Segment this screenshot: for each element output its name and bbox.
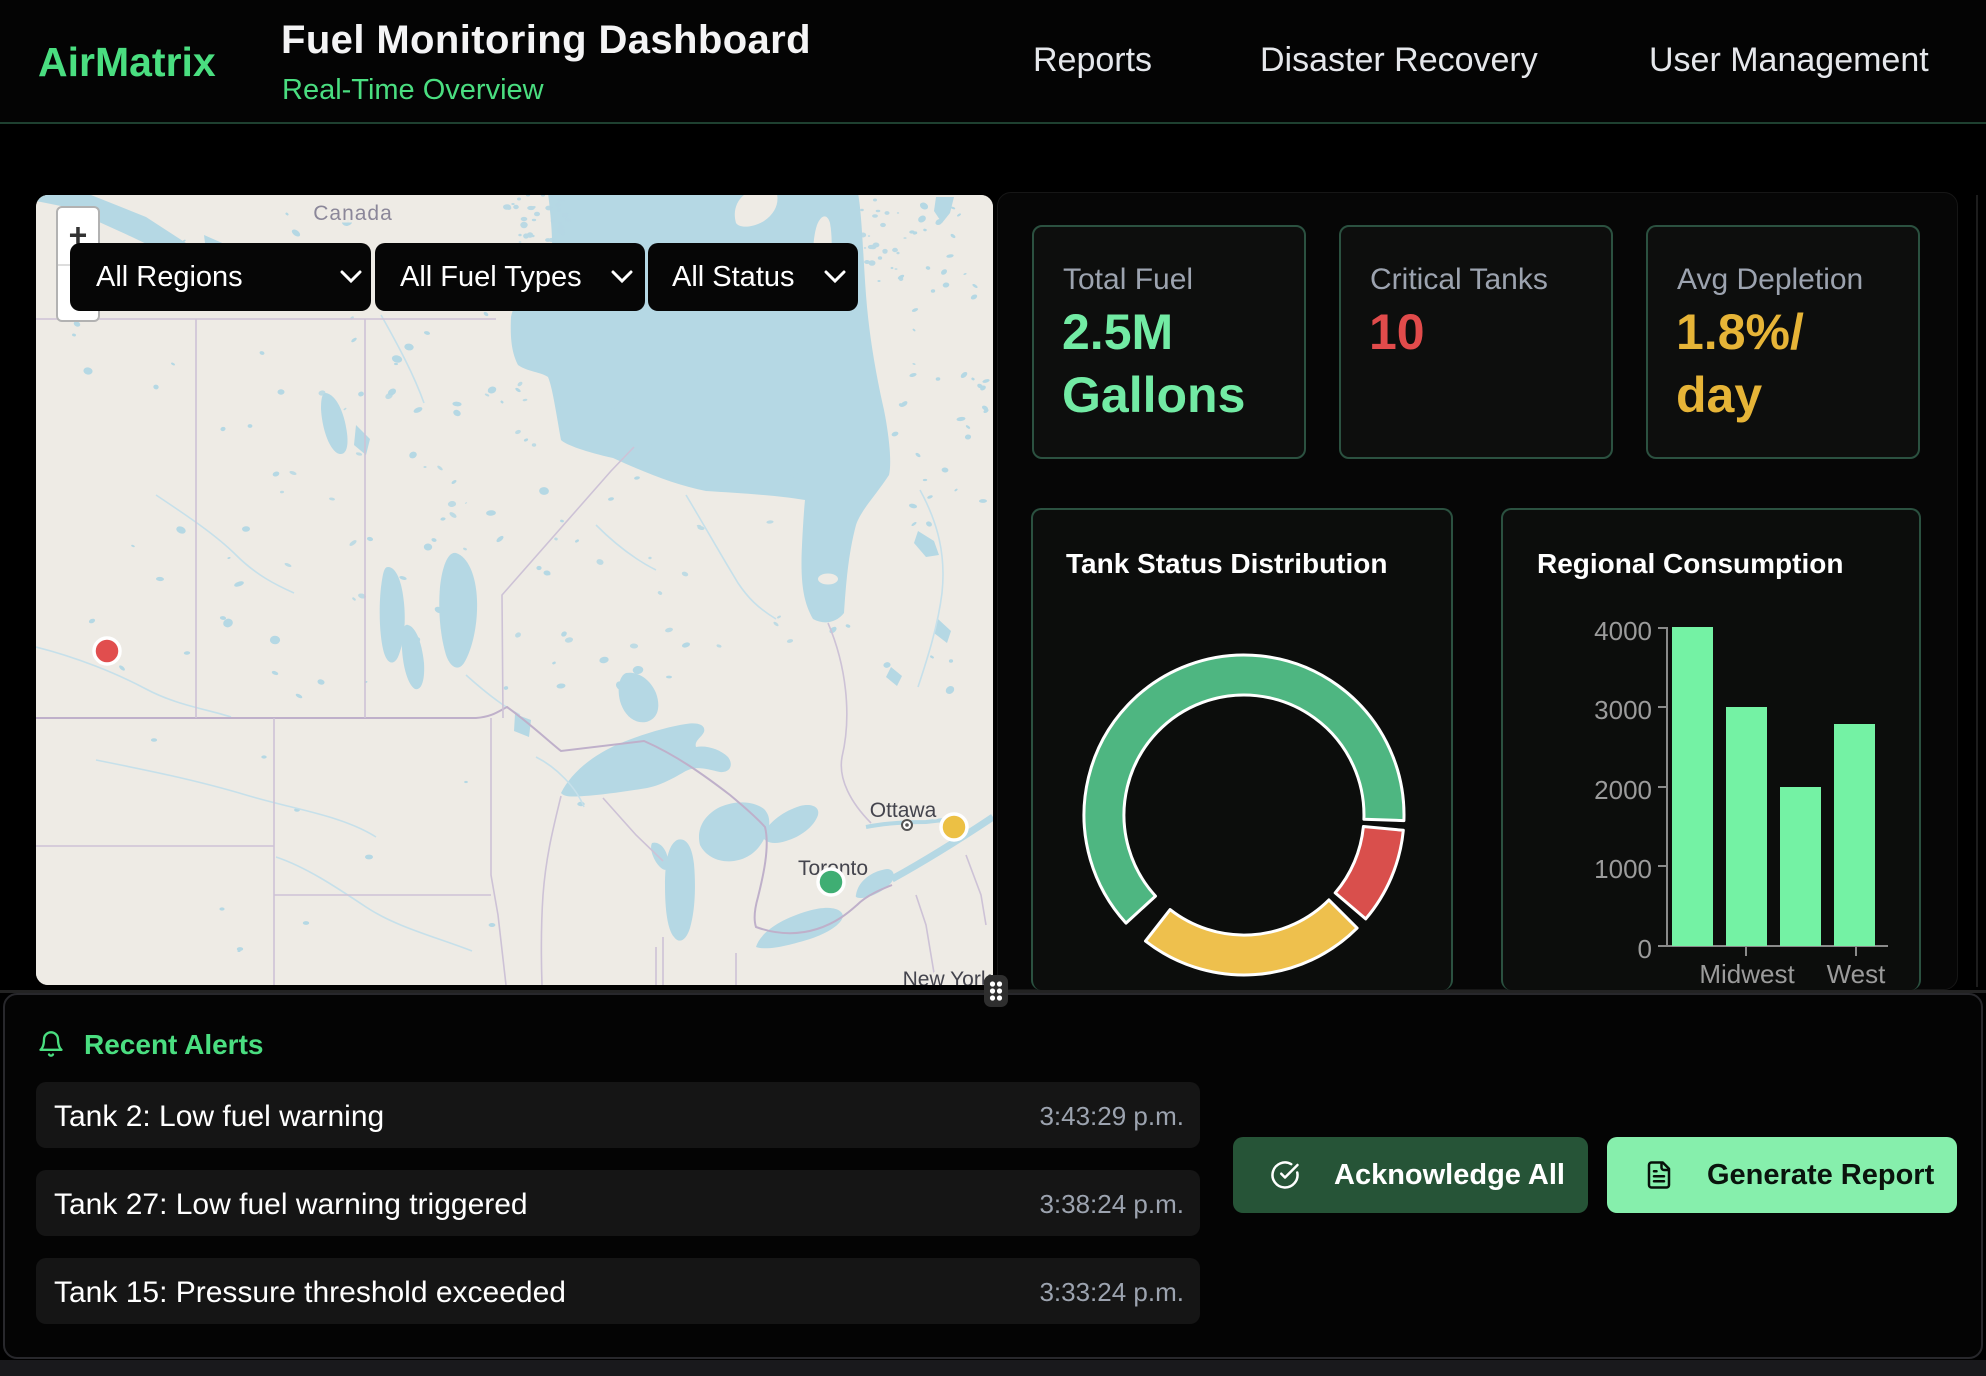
svg-text:4000: 4000 (1594, 616, 1652, 646)
svg-text:0: 0 (1638, 934, 1652, 964)
svg-text:Midwest: Midwest (1699, 959, 1795, 989)
svg-text:1000: 1000 (1594, 854, 1652, 884)
svg-text:Ottawa: Ottawa (870, 799, 937, 822)
svg-text:New York: New York (903, 968, 992, 985)
svg-text:Canada: Canada (313, 202, 393, 225)
svg-text:3000: 3000 (1594, 695, 1652, 725)
svg-text:2000: 2000 (1594, 775, 1652, 805)
svg-text:West: West (1827, 959, 1887, 989)
